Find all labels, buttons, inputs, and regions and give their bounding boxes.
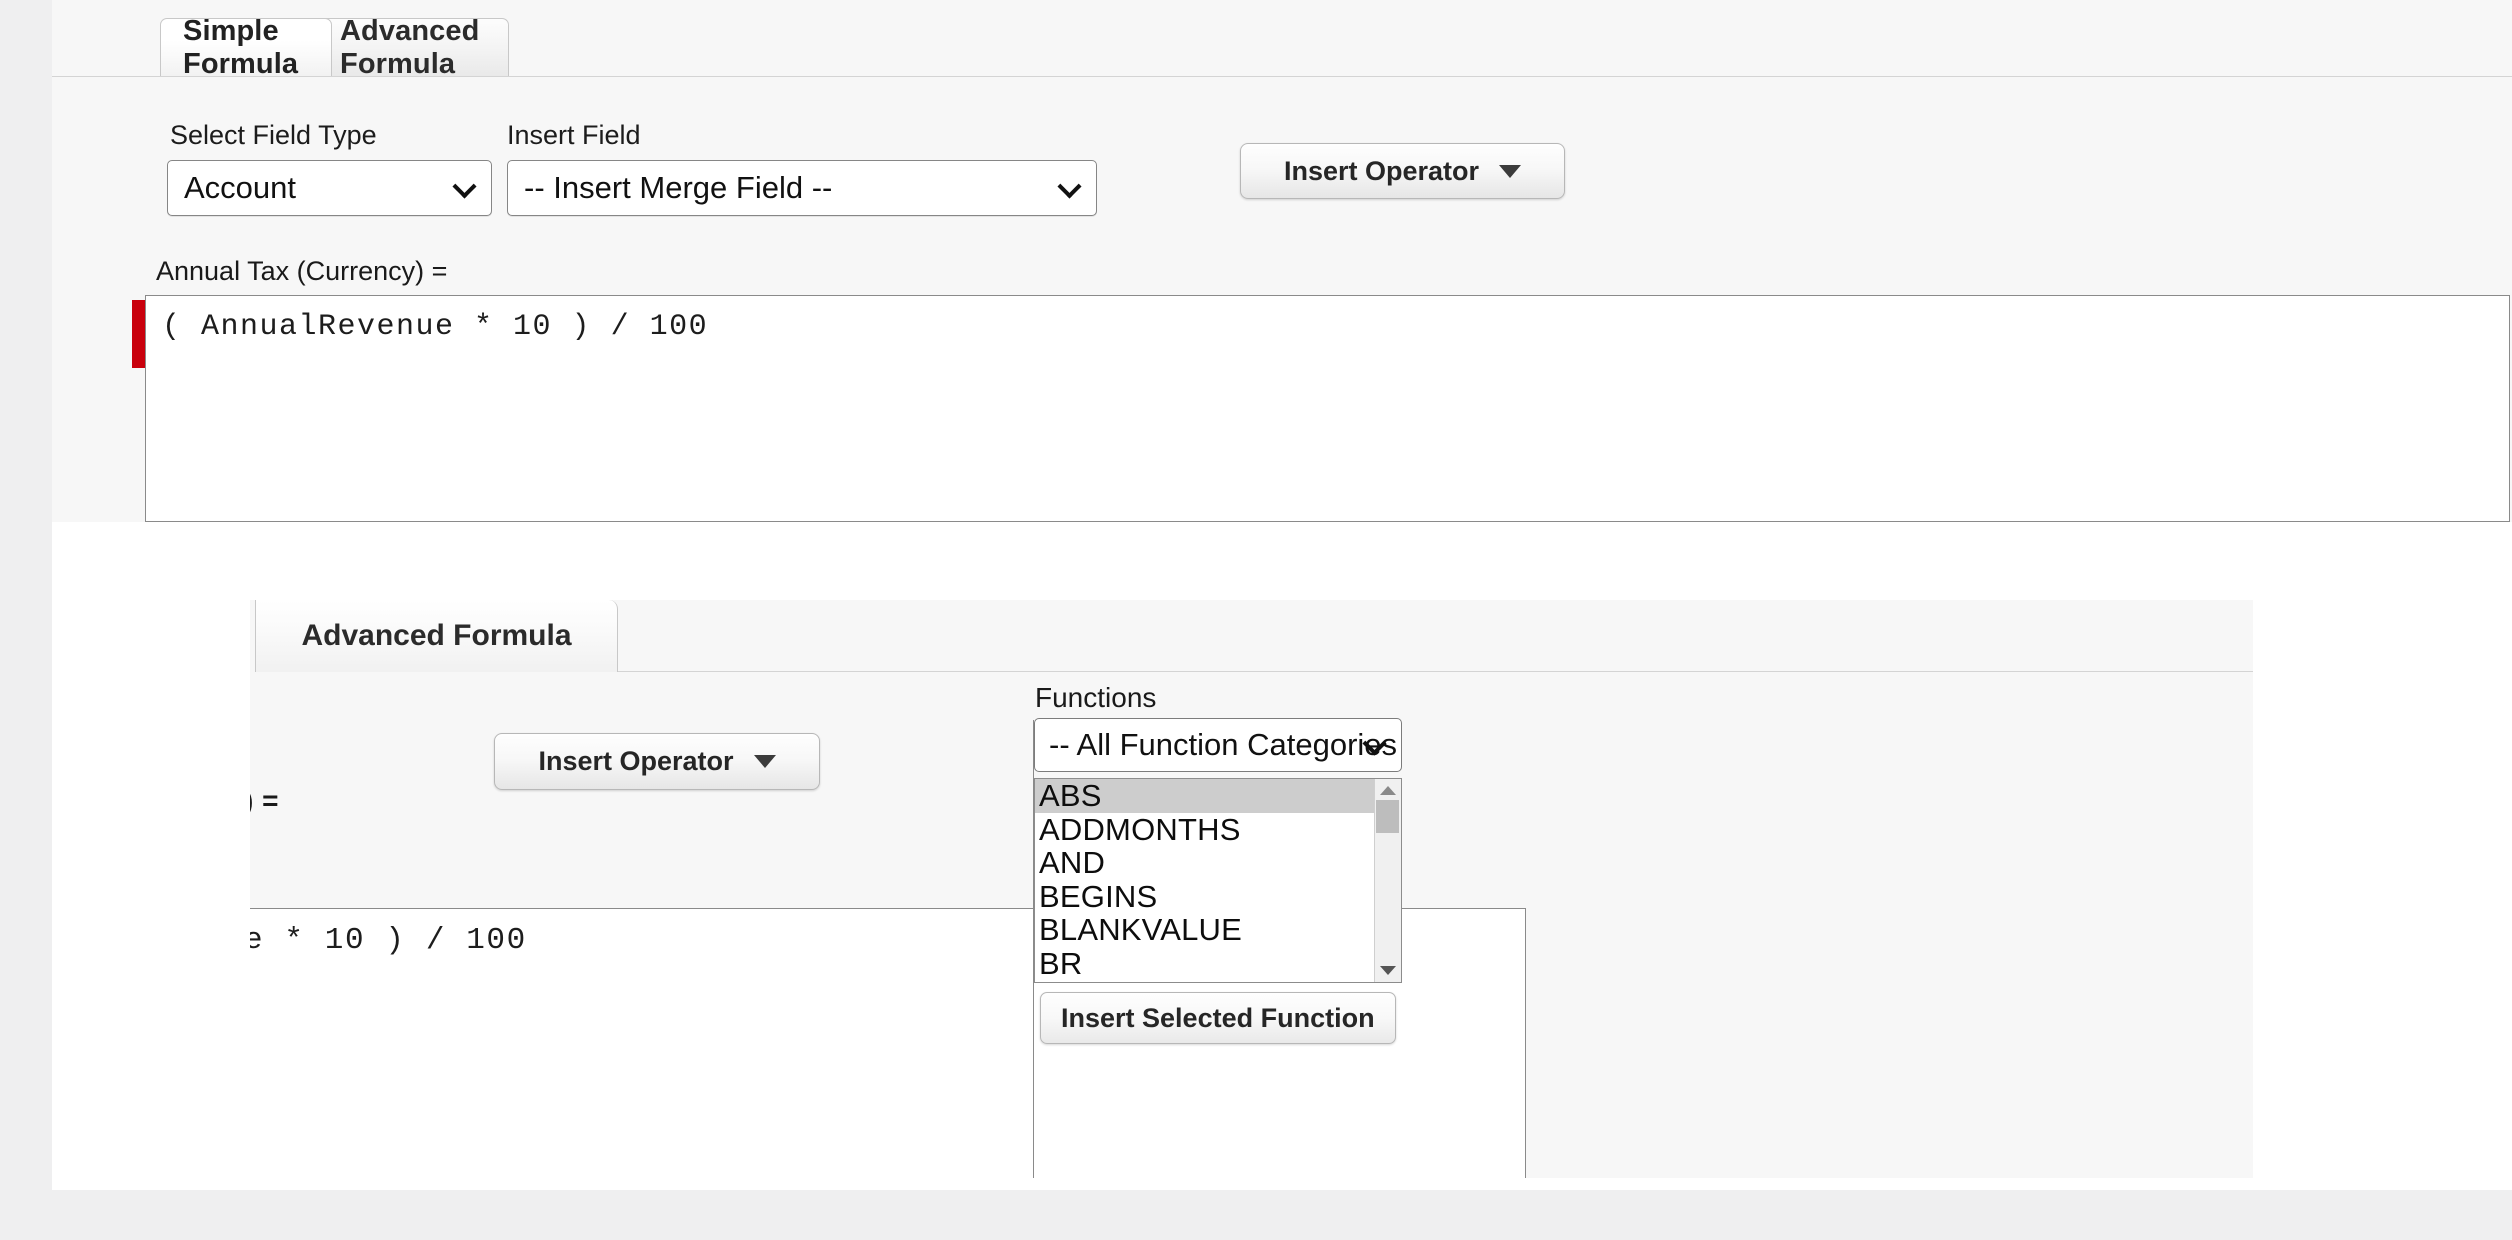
scroll-down-arrow-icon[interactable] <box>1380 966 1396 975</box>
functions-panel: Functions -- All Function Categories -- … <box>1034 682 2253 1178</box>
tab-advanced-formula[interactable]: Advanced Formula <box>317 15 509 80</box>
select-field-type-value: Account <box>184 170 297 205</box>
list-item[interactable]: BEGINS <box>1035 879 1374 914</box>
formula-field-label: Annual Tax (Currency) = <box>156 256 448 286</box>
tab-simple-formula-label: Simple Formula <box>183 14 299 80</box>
insert-operator-label: Insert Operator <box>1283 155 1480 186</box>
formula-field-label-zoomed: ) = <box>250 785 279 816</box>
caret-down-icon <box>1499 164 1522 178</box>
select-field-type-dropdown[interactable]: Account <box>167 160 492 216</box>
insert-merge-field-value: -- Insert Merge Field -- <box>524 170 833 205</box>
formula-editor-header: Simple Formula Advanced Formula Select F… <box>52 0 2512 522</box>
formula-tab-strip: Simple Formula Advanced Formula <box>52 15 2512 80</box>
tab-advanced-formula-zoomed-label: Advanced Formula <box>301 619 572 652</box>
functions-label: Functions <box>1035 682 1157 713</box>
insert-operator-label-zoomed: Insert Operator <box>538 746 734 776</box>
list-item[interactable]: ABS <box>1035 779 1374 813</box>
chevron-down-icon <box>1365 734 1385 754</box>
screenshot-stage: Simple Formula Advanced Formula Select F… <box>0 0 2512 1240</box>
chevron-down-icon <box>455 177 475 197</box>
list-item[interactable]: BLANKVALUE <box>1035 913 1374 947</box>
zoomed-formula-editor-overlay: Advanced Formula Insert Operator ) = e *… <box>250 600 2253 1178</box>
scrollbar-thumb[interactable] <box>1376 800 1399 833</box>
functions-list-scrollbar[interactable] <box>1374 779 1401 982</box>
scroll-up-arrow-icon[interactable] <box>1380 786 1396 795</box>
select-field-type-label: Select Field Type <box>170 120 377 150</box>
insert-operator-button[interactable]: Insert Operator <box>1240 143 1565 199</box>
insert-field-label: Insert Field <box>507 120 641 150</box>
caret-down-icon <box>753 755 776 768</box>
insert-selected-function-button[interactable]: Insert Selected Function <box>1040 992 1396 1044</box>
formula-textarea[interactable]: ( AnnualRevenue * 10 ) / 100 <box>145 295 2510 522</box>
zoomed-tab-strip-divider <box>618 671 2253 672</box>
function-category-value: -- All Function Categories -- <box>1049 727 1402 762</box>
zoomed-tab-strip: Advanced Formula <box>250 600 2253 672</box>
tab-advanced-formula-label: Advanced Formula <box>340 14 480 80</box>
insert-operator-button-zoomed[interactable]: Insert Operator <box>494 733 820 790</box>
insert-merge-field-dropdown[interactable]: -- Insert Merge Field -- <box>507 160 1097 216</box>
insert-selected-function-label: Insert Selected Function <box>1061 1002 1375 1033</box>
list-item[interactable]: AND <box>1035 846 1374 880</box>
list-item[interactable]: BR <box>1035 946 1374 981</box>
tab-advanced-formula-zoomed[interactable]: Advanced Formula <box>255 600 618 672</box>
function-category-dropdown[interactable]: -- All Function Categories -- <box>1034 718 1402 772</box>
functions-listbox[interactable]: ABS ADDMONTHS AND BEGINS BLANKVALUE BR <box>1034 778 1402 983</box>
chevron-down-icon <box>1060 177 1080 197</box>
tab-simple-formula[interactable]: Simple Formula <box>160 15 332 80</box>
list-item[interactable]: ADDMONTHS <box>1035 812 1374 847</box>
functions-list[interactable]: ABS ADDMONTHS AND BEGINS BLANKVALUE BR <box>1035 779 1374 982</box>
